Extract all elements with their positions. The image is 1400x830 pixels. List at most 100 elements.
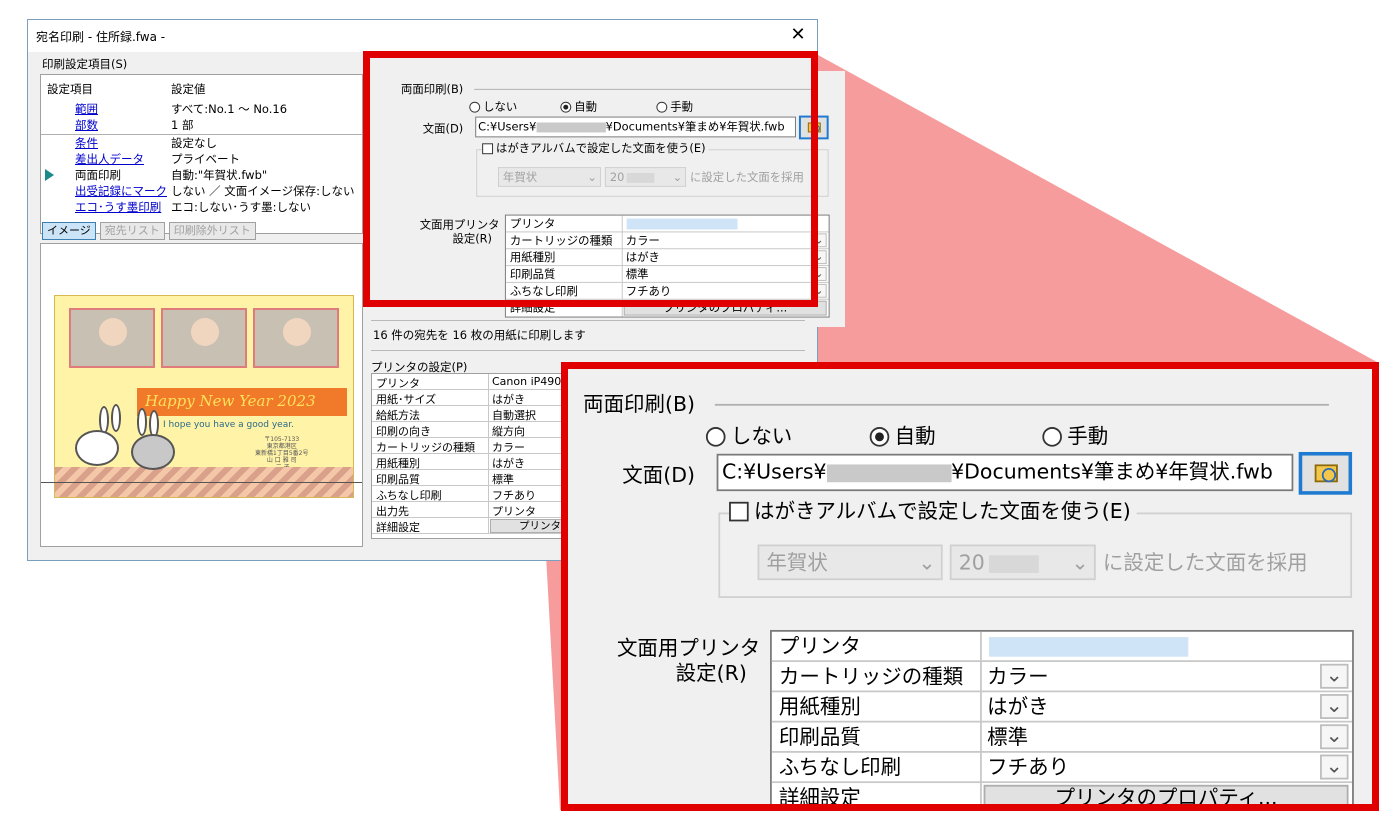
settings-row-sender[interactable]: 差出人データ プライベート [41, 151, 362, 167]
settings-row-eco[interactable]: エコ･うす墨印刷 エコ:しない･うす墨:しない [41, 199, 362, 215]
combo-value: 20 [958, 549, 985, 575]
settings-row-copies[interactable]: 部数 1 部 [41, 117, 362, 133]
chevron-down-icon[interactable]: ⌄ [1320, 754, 1349, 780]
chevron-down-icon[interactable]: ⌄ [1320, 663, 1349, 689]
preview-tabs: イメージ 宛先リスト 印刷除外リスト [42, 222, 256, 240]
tab-exclude-list[interactable]: 印刷除外リスト [168, 222, 256, 240]
table-row[interactable]: 印刷品質 標準 [372, 470, 570, 486]
table-row[interactable]: 出力先 プリンタ [372, 502, 570, 518]
table-row[interactable]: カートリッジの種類 カラー [372, 438, 570, 454]
photo-child [253, 308, 339, 368]
checkbox-box[interactable] [729, 500, 749, 521]
row-key: 印刷の向き [376, 425, 431, 438]
front-path-field[interactable]: C:¥Users¥ ¥Documents¥筆まめ¥年賀状.fwb [716, 453, 1294, 492]
settings-row-range[interactable]: 範囲 すべて:No.1 〜 No.16 [41, 101, 362, 117]
path-suffix: ¥Documents¥筆まめ¥年賀状.fwb [951, 459, 1273, 485]
col-header-item: 設定項目 [47, 82, 93, 96]
row-key: カートリッジの種類 [778, 663, 964, 689]
table-row[interactable]: プリンタ [771, 631, 1353, 663]
divider [371, 350, 805, 351]
front-label: 文面(D) [622, 462, 695, 488]
table-row[interactable]: 印刷品質 標準 ⌄ [771, 722, 1353, 753]
radio-circle[interactable] [705, 426, 726, 446]
chevron-down-icon: ⌄ [918, 549, 936, 575]
table-row[interactable]: 給紙方法 自動選択 [372, 406, 570, 422]
table-row: 詳細設定 プリンタのプロパティ... [772, 783, 1352, 810]
row-key: ふちなし印刷 [778, 754, 902, 780]
sender-address: 〒105-7133 東京都港区 東新橋1丁目5番2号 山 口 雅 司 二 子 [255, 436, 309, 471]
current-arrow-icon [45, 169, 54, 181]
settings-key[interactable]: 両面印刷 [75, 167, 121, 183]
rabbit-ear [111, 404, 121, 432]
redacted [826, 463, 952, 482]
table-row[interactable]: カートリッジの種類 カラー ⌄ [771, 662, 1353, 693]
settings-value: エコ:しない･うす墨:しない [171, 200, 311, 214]
row-value: Canon iP4900 [492, 375, 569, 388]
chevron-down-icon[interactable]: ⌄ [1320, 724, 1349, 750]
row-key: プリンタ [778, 633, 861, 659]
table-row[interactable]: 用紙･サイズ はがき [372, 390, 570, 406]
table-row[interactable]: 印刷の向き 縦方向 [372, 422, 570, 438]
tab-address-list[interactable]: 宛先リスト [99, 222, 165, 240]
highlight-frame-small [363, 51, 818, 307]
settings-key[interactable]: 範囲 [75, 101, 98, 117]
row-key: 詳細設定 [376, 521, 420, 534]
row-value: はがき [492, 457, 525, 470]
divider [41, 482, 362, 483]
greeting-message: I hope you have a good year. [163, 420, 294, 430]
highlight-frame-zoom: 両面印刷(B) しない 自動 手動 文面(D) C:¥Users¥ ¥Docume… [561, 362, 1379, 811]
divider [714, 403, 1329, 406]
printer-properties-button[interactable]: プリンタ [490, 519, 570, 533]
row-value: 標準 [492, 473, 514, 486]
table-row[interactable]: 用紙種別 はがき [372, 454, 570, 470]
photo-girl [69, 308, 155, 368]
chevron-down-icon: ⌄ [1071, 549, 1089, 575]
settings-key[interactable]: エコ･うす墨印刷 [75, 199, 161, 215]
row-key: 用紙･サイズ [376, 393, 437, 406]
checkbox-label: はがきアルバムで設定した文面を使う(E) [754, 498, 1131, 524]
row-key: カートリッジの種類 [376, 441, 475, 454]
print-settings-label: 印刷設定項目(S) [42, 57, 128, 71]
settings-key[interactable]: 条件 [75, 135, 98, 151]
table-row[interactable]: プリンタ Canon iP4900 [372, 374, 570, 390]
settings-row-mark[interactable]: 出受記録にマーク しない ／ 文面イメージ保存:しない [41, 183, 362, 199]
album-combo-year[interactable]: 20 ⌄ [949, 544, 1096, 581]
album-checkbox[interactable]: はがきアルバムで設定した文面を使う(E) [729, 496, 1137, 525]
row-key: プリンタ [376, 377, 420, 390]
rabbit-ear [137, 408, 147, 436]
browse-folder-icon[interactable] [1298, 451, 1353, 495]
printer-properties-button[interactable]: プリンタのプロパティ... [983, 784, 1349, 804]
settings-key[interactable]: 部数 [75, 117, 98, 133]
settings-value: 自動:"年賀状.fwb" [171, 168, 268, 182]
album-combo-type[interactable]: 年賀状 ⌄ [757, 544, 943, 581]
radio-circle[interactable] [1042, 426, 1062, 446]
radio-circle[interactable] [869, 426, 890, 446]
settings-key[interactable]: 出受記録にマーク [75, 183, 167, 199]
rabbit-white [75, 430, 119, 466]
table-row[interactable]: ふちなし印刷 フチあり ⌄ [771, 752, 1353, 784]
settings-row-condition[interactable]: 条件 設定なし [41, 135, 362, 151]
radio-manual[interactable]: 手動 [1042, 422, 1108, 450]
print-summary: 16 件の宛先を 16 枚の用紙に印刷します [373, 328, 586, 342]
table-row[interactable]: 用紙種別 はがき ⌄ [771, 692, 1353, 723]
title-bar: 宛名印刷 - 住所録.fwa - ✕ [28, 20, 817, 52]
window-title: 宛名印刷 - 住所録.fwa - [36, 29, 166, 44]
divider [371, 320, 805, 321]
radio-off[interactable]: しない [705, 422, 792, 450]
radio-auto[interactable]: 自動 [869, 422, 936, 450]
chevron-down-icon[interactable]: ⌄ [1320, 694, 1349, 719]
photo-family [161, 308, 247, 368]
postcard-preview: Happy New Year 2023 I hope you have a go… [54, 295, 354, 498]
tab-image[interactable]: イメージ [42, 222, 96, 240]
table-row[interactable]: ふちなし印刷 フチあり [372, 486, 570, 502]
row-value: はがき [492, 393, 525, 406]
row-key: 印刷品質 [778, 724, 861, 750]
printer-label-line2: 設定(R) [675, 660, 747, 686]
settings-key[interactable]: 差出人データ [75, 151, 144, 167]
settings-value: 設定なし [171, 136, 217, 150]
row-key: 詳細設定 [778, 784, 861, 810]
row-key: 用紙種別 [376, 457, 420, 470]
greeting-banner: Happy New Year 2023 [137, 388, 347, 416]
settings-row-duplex[interactable]: 両面印刷 自動:"年賀状.fwb" [41, 167, 362, 183]
close-icon[interactable]: ✕ [787, 24, 809, 46]
